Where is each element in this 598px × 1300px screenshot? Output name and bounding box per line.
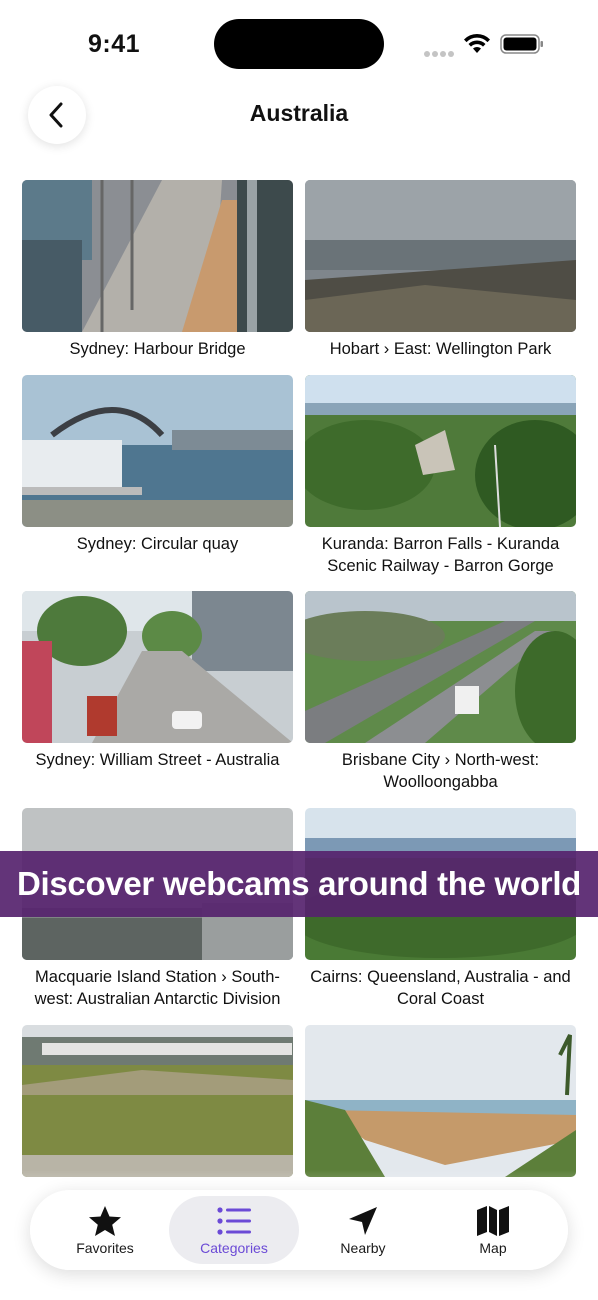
webcam-label: Sydney: William Street - Australia <box>35 751 280 769</box>
webcam-label: Hobart › East: Wellington Park <box>329 340 552 358</box>
webcam-card-hobart[interactable]: Hobart › East: Wellington Park <box>305 180 576 360</box>
webcam-card-sydney-circular-quay[interactable]: Sydney: Circular quay <box>22 375 293 555</box>
webcam-card-racecourse[interactable] <box>22 1025 293 1183</box>
tab-label: Categories <box>200 1240 268 1256</box>
webcam-card-kuranda-barron-falls[interactable]: Kuranda: Barron Falls - Kuranda Scenic R… <box>305 375 576 577</box>
tab-nearby[interactable]: Nearby <box>298 1196 428 1264</box>
webcam-label: Sydney: Harbour Bridge <box>69 340 246 358</box>
battery-icon <box>500 34 543 54</box>
webcam-card-beach[interactable] <box>305 1025 576 1183</box>
status-time: 9:41 <box>88 30 141 58</box>
map-icon <box>475 1204 511 1238</box>
tab-label: Nearby <box>340 1240 386 1256</box>
webcam-thumbnail <box>22 1025 293 1177</box>
promo-banner: Discover webcams around the world <box>0 851 598 917</box>
webcam-thumbnail <box>22 591 293 743</box>
webcam-thumbnail <box>22 180 293 332</box>
webcam-card-sydney-harbour-bridge[interactable]: Sydney: Harbour Bridge <box>22 180 293 360</box>
wifi-icon <box>464 33 490 53</box>
signal-icon <box>424 44 456 57</box>
webcam-thumbnail <box>305 1025 576 1177</box>
list-icon <box>216 1204 252 1238</box>
webcam-card-sydney-william-street[interactable]: Sydney: William Street - Australia <box>22 591 293 771</box>
promo-text: Discover webcams around the world <box>16 865 582 902</box>
tab-categories[interactable]: Categories <box>169 1196 299 1264</box>
status-bar: 9:41 <box>0 0 598 90</box>
webcam-label: Sydney: Circular quay <box>76 535 239 553</box>
tab-bar: Favorites Categories Nearby Map <box>30 1190 568 1270</box>
tab-label: Favorites <box>76 1240 134 1256</box>
webcam-thumbnail <box>22 375 293 527</box>
page-title: Australia <box>249 100 349 126</box>
webcam-thumbnail <box>305 591 576 743</box>
tab-label: Map <box>479 1240 507 1256</box>
webcam-label: Macquarie Island Station › South-west: A… <box>34 968 281 1008</box>
webcam-thumbnail <box>305 180 576 332</box>
dynamic-island <box>214 19 384 69</box>
webcam-label: Kuranda: Barron Falls - Kuranda Scenic R… <box>321 535 560 575</box>
location-arrow-icon <box>345 1204 381 1238</box>
tab-map[interactable]: Map <box>428 1196 558 1264</box>
webcam-thumbnail <box>305 375 576 527</box>
star-icon <box>87 1204 123 1238</box>
webcam-label: Cairns: Queensland, Australia - and Cora… <box>310 968 571 1008</box>
tab-favorites[interactable]: Favorites <box>40 1196 170 1264</box>
webcam-card-brisbane-city[interactable]: Brisbane City › North-west: Woolloongabb… <box>305 591 576 793</box>
webcam-label: Brisbane City › North-west: Woolloongabb… <box>341 751 540 791</box>
